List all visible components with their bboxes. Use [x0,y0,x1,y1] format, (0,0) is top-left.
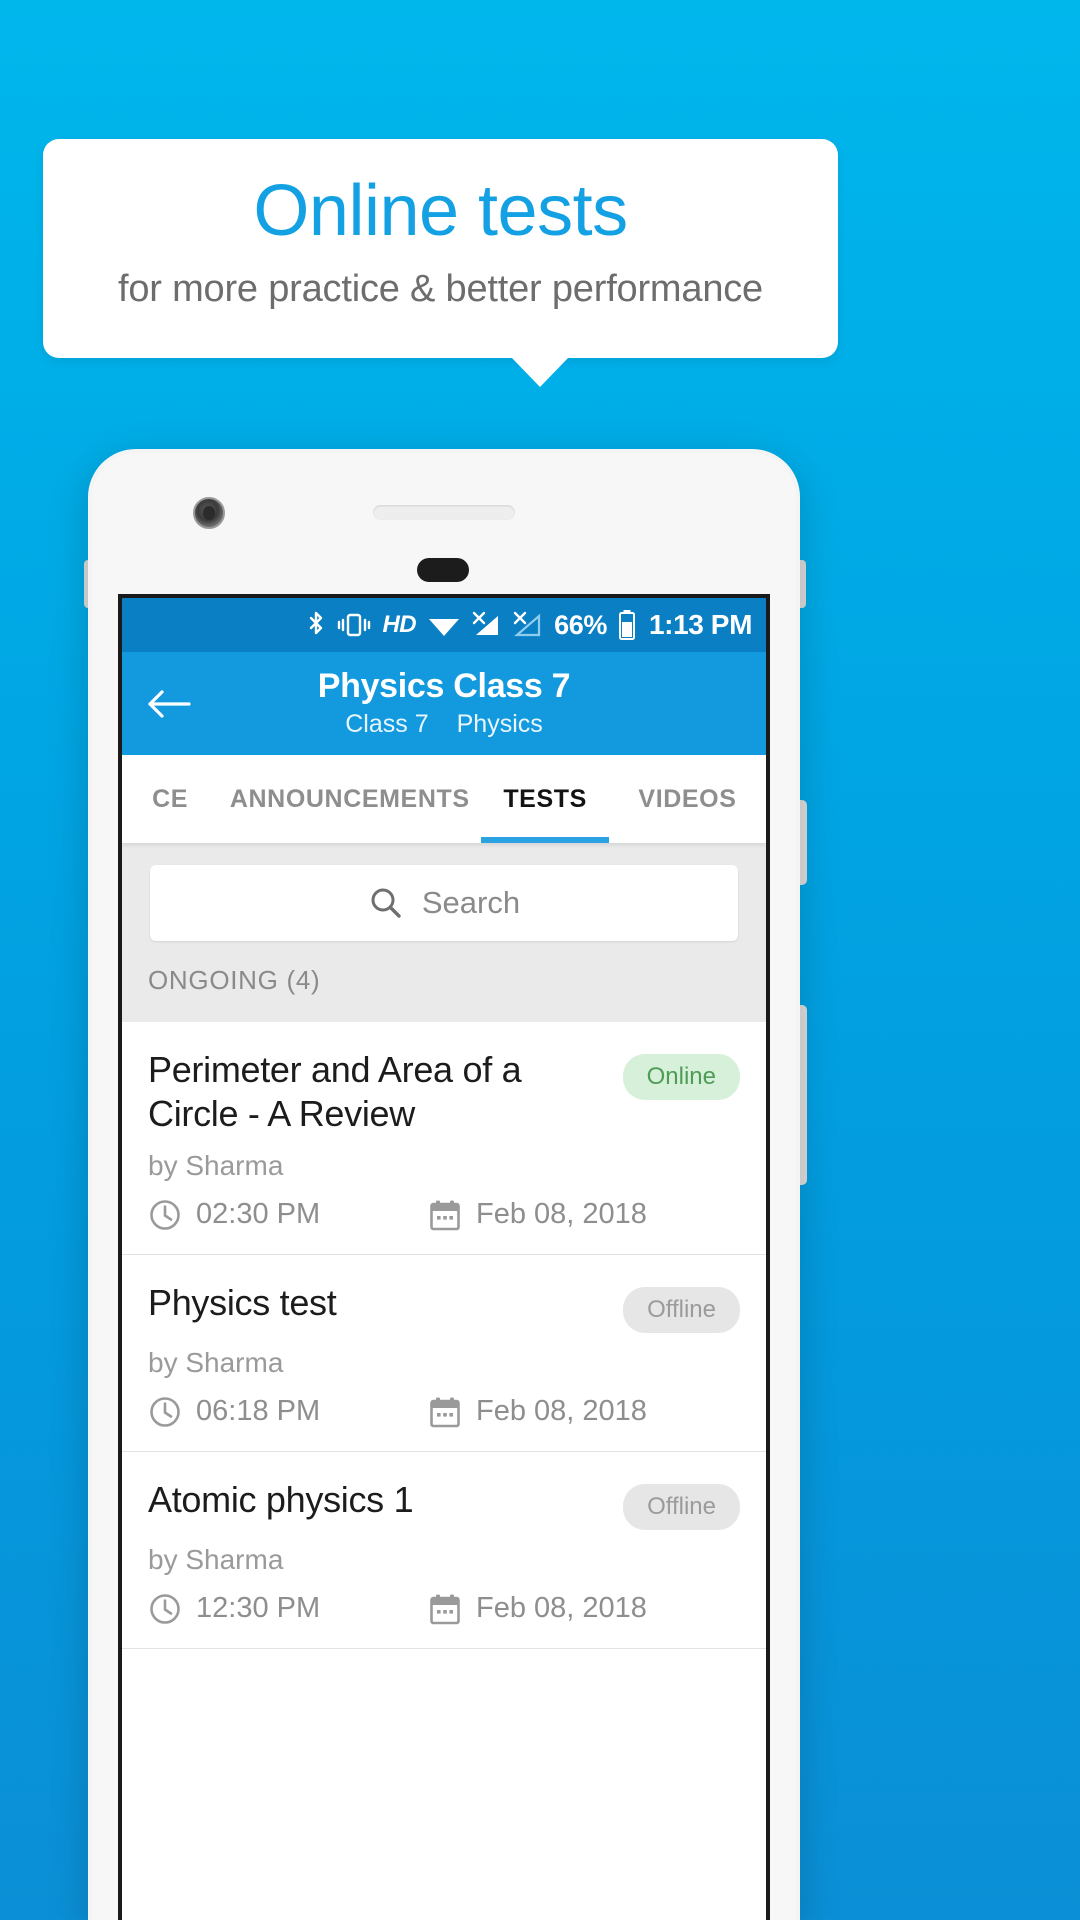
list-item[interactable]: Physics test Offline by Sharma 06:18 PM [122,1255,766,1452]
list-item-header: Physics test Offline [148,1281,740,1333]
breadcrumb-subject: Physics [456,709,543,738]
vibrate-icon [337,610,371,640]
test-author: by Sharma [148,1149,284,1181]
search-input[interactable]: Search [150,865,738,941]
back-arrow-icon[interactable] [146,681,192,727]
test-time-label: 12:30 PM [196,1592,321,1625]
test-meta: 12:30 PM Feb 08, 2018 [148,1592,740,1626]
list-item[interactable]: Perimeter and Area of a Circle - A Revie… [122,1022,766,1255]
test-author: by Sharma [148,1543,284,1575]
test-date-label: Feb 08, 2018 [476,1395,647,1428]
test-time: 02:30 PM [148,1198,428,1232]
test-time: 06:18 PM [148,1395,428,1429]
section-header-ongoing: ONGOING (4) [122,961,766,1022]
promo-title: Online tests [253,171,628,251]
tab-bar: CE ANNOUNCEMENTS TESTS VIDEOS [122,755,766,843]
clock-icon [148,1395,182,1429]
test-date: Feb 08, 2018 [428,1198,647,1232]
test-meta: 02:30 PM Feb 08, 2018 [148,1198,740,1232]
test-date-label: Feb 08, 2018 [476,1198,647,1231]
calendar-icon [428,1198,462,1232]
promo-subtitle: for more practice & better performance [117,267,763,310]
status-badge[interactable]: Offline [623,1483,740,1530]
status-badge[interactable]: Offline [623,1286,740,1333]
test-time: 12:30 PM [148,1592,428,1626]
tab-announcements[interactable]: ANNOUNCEMENTS [218,755,481,843]
list-item-header: Perimeter and Area of a Circle - A Revie… [148,1048,740,1136]
wifi-icon [427,610,461,640]
search-placeholder: Search [421,885,521,920]
test-meta: 06:18 PM Feb 08, 2018 [148,1395,740,1429]
app-bar: Physics Class 7 Class 7 Physics [122,652,766,755]
page-title: Physics Class 7 [317,667,571,706]
list-item-header: Atomic physics 1 Offline [148,1478,740,1530]
status-badge[interactable]: Online [622,1054,740,1100]
search-icon [368,885,404,921]
test-title: Physics test [148,1281,337,1323]
camera-lens [203,506,215,520]
signal-1-icon [472,610,502,640]
phone-screen: HD 66% 1:13 PM Physics Class 7 Class 7 P… [118,594,770,1920]
calendar-icon [428,1395,462,1429]
test-author: by Sharma [148,1346,284,1378]
hd-icon: HD [382,611,417,638]
list-item[interactable]: Atomic physics 1 Offline by Sharma 12:30… [122,1452,766,1649]
promo-callout-tail [511,357,569,387]
bluetooth-icon [306,610,326,640]
status-bar: HD 66% 1:13 PM [122,598,766,652]
breadcrumb: Class 7 Physics [345,710,543,739]
signal-2-icon [513,610,543,640]
front-camera-icon [193,497,225,529]
battery-percent-label: 66% [554,609,607,640]
test-date-label: Feb 08, 2018 [476,1592,647,1625]
tab-tests[interactable]: TESTS [481,755,609,843]
phone-sensor [417,558,469,582]
battery-icon [618,609,636,641]
tests-list: Perimeter and Area of a Circle - A Revie… [122,1022,766,1649]
test-date: Feb 08, 2018 [428,1395,647,1429]
test-title: Perimeter and Area of a Circle - A Revie… [148,1049,522,1134]
search-zone: Search [122,843,766,961]
test-title: Atomic physics 1 [148,1478,414,1520]
calendar-icon [428,1592,462,1626]
clock-icon [148,1198,182,1232]
phone-earpiece [373,505,515,520]
breadcrumb-class: Class 7 [345,709,429,738]
tab-ce[interactable]: CE [122,755,218,843]
promo-callout: Online tests for more practice & better … [43,139,838,358]
test-time-label: 06:18 PM [196,1395,321,1428]
test-time-label: 02:30 PM [196,1198,321,1231]
tab-videos[interactable]: VIDEOS [609,755,766,843]
test-date: Feb 08, 2018 [428,1592,647,1626]
clock-icon [148,1592,182,1626]
status-bar-clock: 1:13 PM [648,609,752,640]
